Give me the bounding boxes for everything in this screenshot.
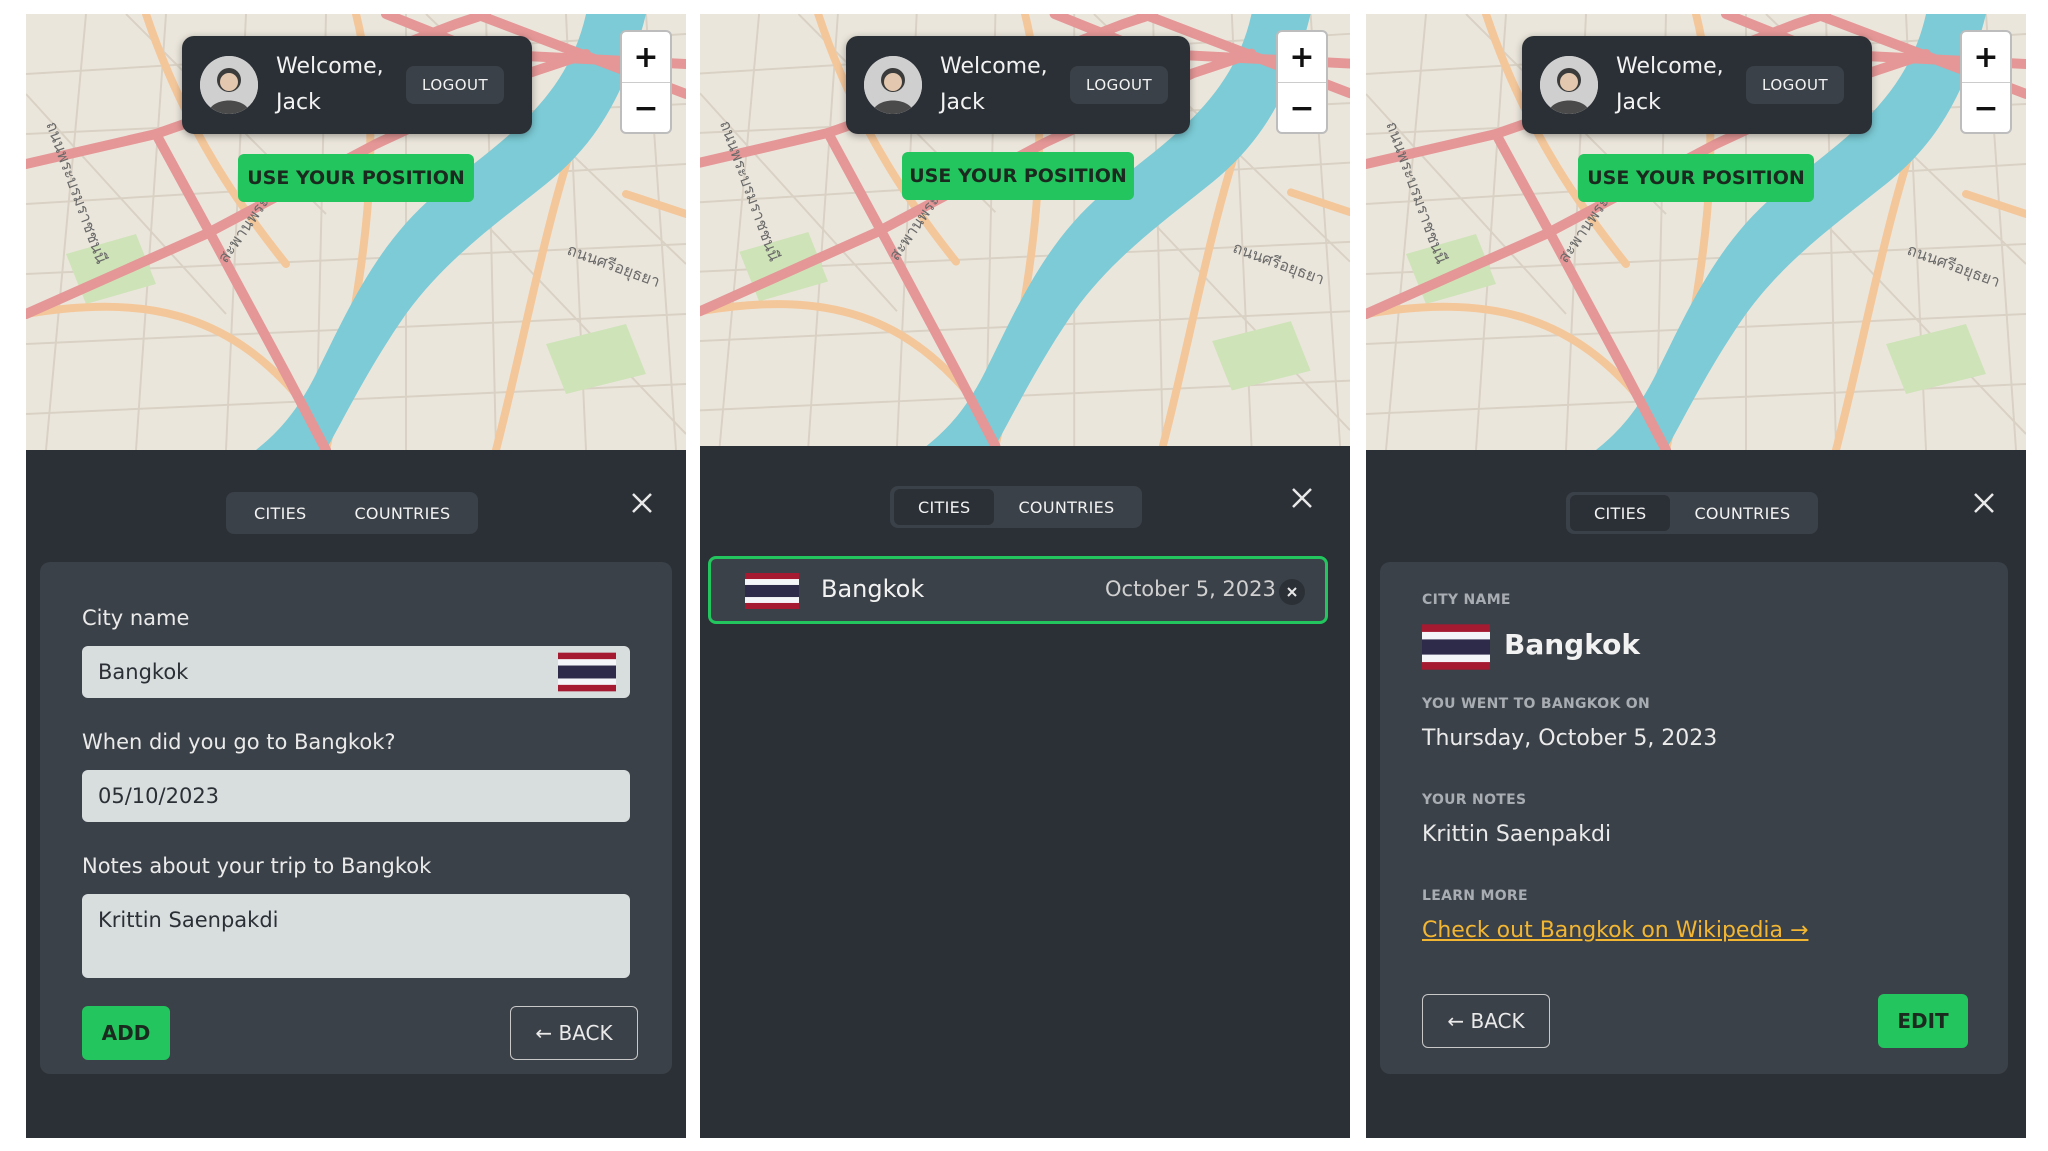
username: Jack: [276, 90, 321, 115]
city-name-caption: CITY NAME: [1422, 592, 1511, 608]
city-name-heading: Bangkok: [1504, 628, 1640, 661]
user-avatar: [200, 56, 258, 114]
thailand-flag-icon: [745, 573, 799, 609]
tab-bar: CITIES COUNTRIES: [1566, 492, 1819, 534]
thailand-flag-icon: [1422, 624, 1490, 670]
zoom-out-button[interactable]: −: [1962, 83, 2010, 133]
welcome-box: Welcome, Jack LOGOUT: [846, 36, 1190, 134]
welcome-text: Welcome, Jack: [940, 49, 1058, 121]
add-city-form: City name Bangkok When did you go to Ban…: [40, 562, 672, 1074]
zoom-out-button[interactable]: −: [1278, 83, 1326, 133]
back-button[interactable]: ← BACK: [1422, 994, 1550, 1048]
zoom-control: + −: [1960, 30, 2012, 134]
tab-countries[interactable]: COUNTRIES: [1670, 495, 1814, 531]
zoom-in-button[interactable]: +: [1962, 32, 2010, 83]
welcome-line: Welcome,: [1616, 54, 1724, 79]
city-list-item[interactable]: Bangkok October 5, 2023: [708, 556, 1328, 624]
zoom-out-button[interactable]: −: [622, 83, 670, 133]
went-caption: YOU WENT TO BANGKOK ON: [1422, 696, 1651, 712]
zoom-in-button[interactable]: +: [622, 32, 670, 83]
use-position-button[interactable]: USE YOUR POSITION: [902, 152, 1134, 200]
panel-city-detail: Welcome, Jack LOGOUT USE YOUR POSITION +…: [1366, 14, 2026, 1138]
tab-countries[interactable]: COUNTRIES: [330, 495, 474, 531]
logout-button[interactable]: LOGOUT: [1070, 66, 1169, 104]
went-date: Thursday, October 5, 2023: [1422, 726, 1718, 751]
city-detail-card: CITY NAME Bangkok YOU WENT TO BANGKOK ON…: [1380, 562, 2008, 1074]
notes-textarea[interactable]: Krittin Saenpakdi: [82, 894, 630, 978]
city-name-label: City name: [82, 606, 190, 630]
username: Jack: [940, 90, 985, 115]
close-icon[interactable]: [628, 489, 656, 517]
welcome-box: Welcome, Jack LOGOUT: [1522, 36, 1872, 134]
panel-city-list: Welcome, Jack LOGOUT USE YOUR POSITION +…: [700, 14, 1350, 1138]
delete-city-button[interactable]: [1279, 579, 1305, 605]
use-position-button[interactable]: USE YOUR POSITION: [1578, 154, 1814, 202]
add-button[interactable]: ADD: [82, 1006, 170, 1060]
notes-value: Krittin Saenpakdi: [1422, 822, 1612, 847]
tab-bar: CITIES COUNTRIES: [890, 486, 1143, 528]
back-button[interactable]: ← BACK: [510, 1006, 638, 1060]
map[interactable]: Welcome, Jack LOGOUT USE YOUR POSITION +…: [1366, 14, 2026, 450]
close-icon: [1287, 587, 1297, 597]
zoom-control: + −: [1276, 30, 1328, 134]
thailand-flag-icon: [558, 652, 616, 692]
welcome-text: Welcome, Jack: [276, 49, 394, 121]
map[interactable]: Welcome, Jack LOGOUT USE YOUR POSITION +…: [26, 14, 686, 450]
panel-add-city: Welcome, Jack LOGOUT USE YOUR POSITION +…: [26, 14, 686, 1138]
notes-caption: YOUR NOTES: [1422, 792, 1527, 808]
tab-cities[interactable]: CITIES: [1570, 495, 1671, 531]
city-name-input[interactable]: Bangkok: [82, 646, 630, 698]
user-avatar: [1540, 56, 1598, 114]
city-list-item-name: Bangkok: [821, 575, 925, 603]
close-icon[interactable]: [1970, 489, 1998, 517]
logout-button[interactable]: LOGOUT: [1746, 66, 1845, 104]
welcome-box: Welcome, Jack LOGOUT: [182, 36, 532, 134]
wikipedia-link[interactable]: Check out Bangkok on Wikipedia →: [1422, 918, 1808, 943]
map[interactable]: Welcome, Jack LOGOUT USE YOUR POSITION +…: [700, 14, 1350, 446]
welcome-text: Welcome, Jack: [1616, 49, 1734, 121]
tab-bar: CITIES COUNTRIES: [226, 492, 479, 534]
notes-label: Notes about your trip to Bangkok: [82, 854, 432, 878]
date-input[interactable]: 05/10/2023: [82, 770, 630, 822]
edit-button[interactable]: EDIT: [1878, 994, 1968, 1048]
tab-countries[interactable]: COUNTRIES: [994, 489, 1138, 525]
zoom-control: + −: [620, 30, 672, 134]
city-list-item-date: October 5, 2023: [1105, 577, 1276, 601]
user-avatar: [864, 56, 922, 114]
username: Jack: [1616, 90, 1661, 115]
logout-button[interactable]: LOGOUT: [406, 66, 505, 104]
use-position-button[interactable]: USE YOUR POSITION: [238, 154, 474, 202]
zoom-in-button[interactable]: +: [1278, 32, 1326, 83]
welcome-line: Welcome,: [940, 54, 1048, 79]
tab-cities[interactable]: CITIES: [894, 489, 995, 525]
learn-more-caption: LEARN MORE: [1422, 888, 1528, 904]
tab-cities[interactable]: CITIES: [230, 495, 330, 531]
date-label: When did you go to Bangkok?: [82, 730, 396, 754]
city-name-value: Bangkok: [98, 660, 189, 684]
welcome-line: Welcome,: [276, 54, 384, 79]
close-icon[interactable]: [1288, 484, 1316, 512]
